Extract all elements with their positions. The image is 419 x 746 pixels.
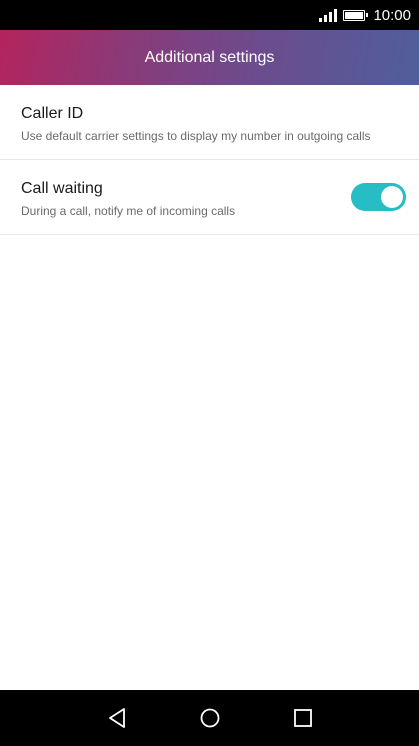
toggle-knob [381, 186, 403, 208]
page-title: Additional settings [144, 48, 275, 66]
setting-call-waiting[interactable]: Call waiting During a call, notify me of… [0, 160, 419, 235]
setting-title: Call waiting [21, 180, 103, 197]
status-time: 10:00 [373, 6, 411, 24]
recent-apps-icon[interactable] [291, 706, 315, 730]
navigation-bar [0, 690, 419, 746]
signal-icon [319, 8, 338, 22]
status-bar: 10:00 [0, 0, 419, 30]
app-header: Additional settings [0, 30, 419, 85]
setting-subtitle: During a call, notify me of incoming cal… [21, 204, 236, 218]
call-waiting-toggle[interactable] [351, 183, 406, 211]
home-icon[interactable] [198, 706, 222, 730]
battery-icon [343, 9, 369, 21]
setting-caller-id[interactable]: Caller ID Use default carrier settings t… [0, 85, 419, 160]
settings-list: Caller ID Use default carrier settings t… [0, 85, 419, 235]
setting-title: Caller ID [21, 105, 84, 122]
back-icon[interactable] [105, 706, 129, 730]
status-icons: 10:00 [319, 0, 411, 30]
setting-subtitle: Use default carrier settings to display … [21, 129, 371, 143]
